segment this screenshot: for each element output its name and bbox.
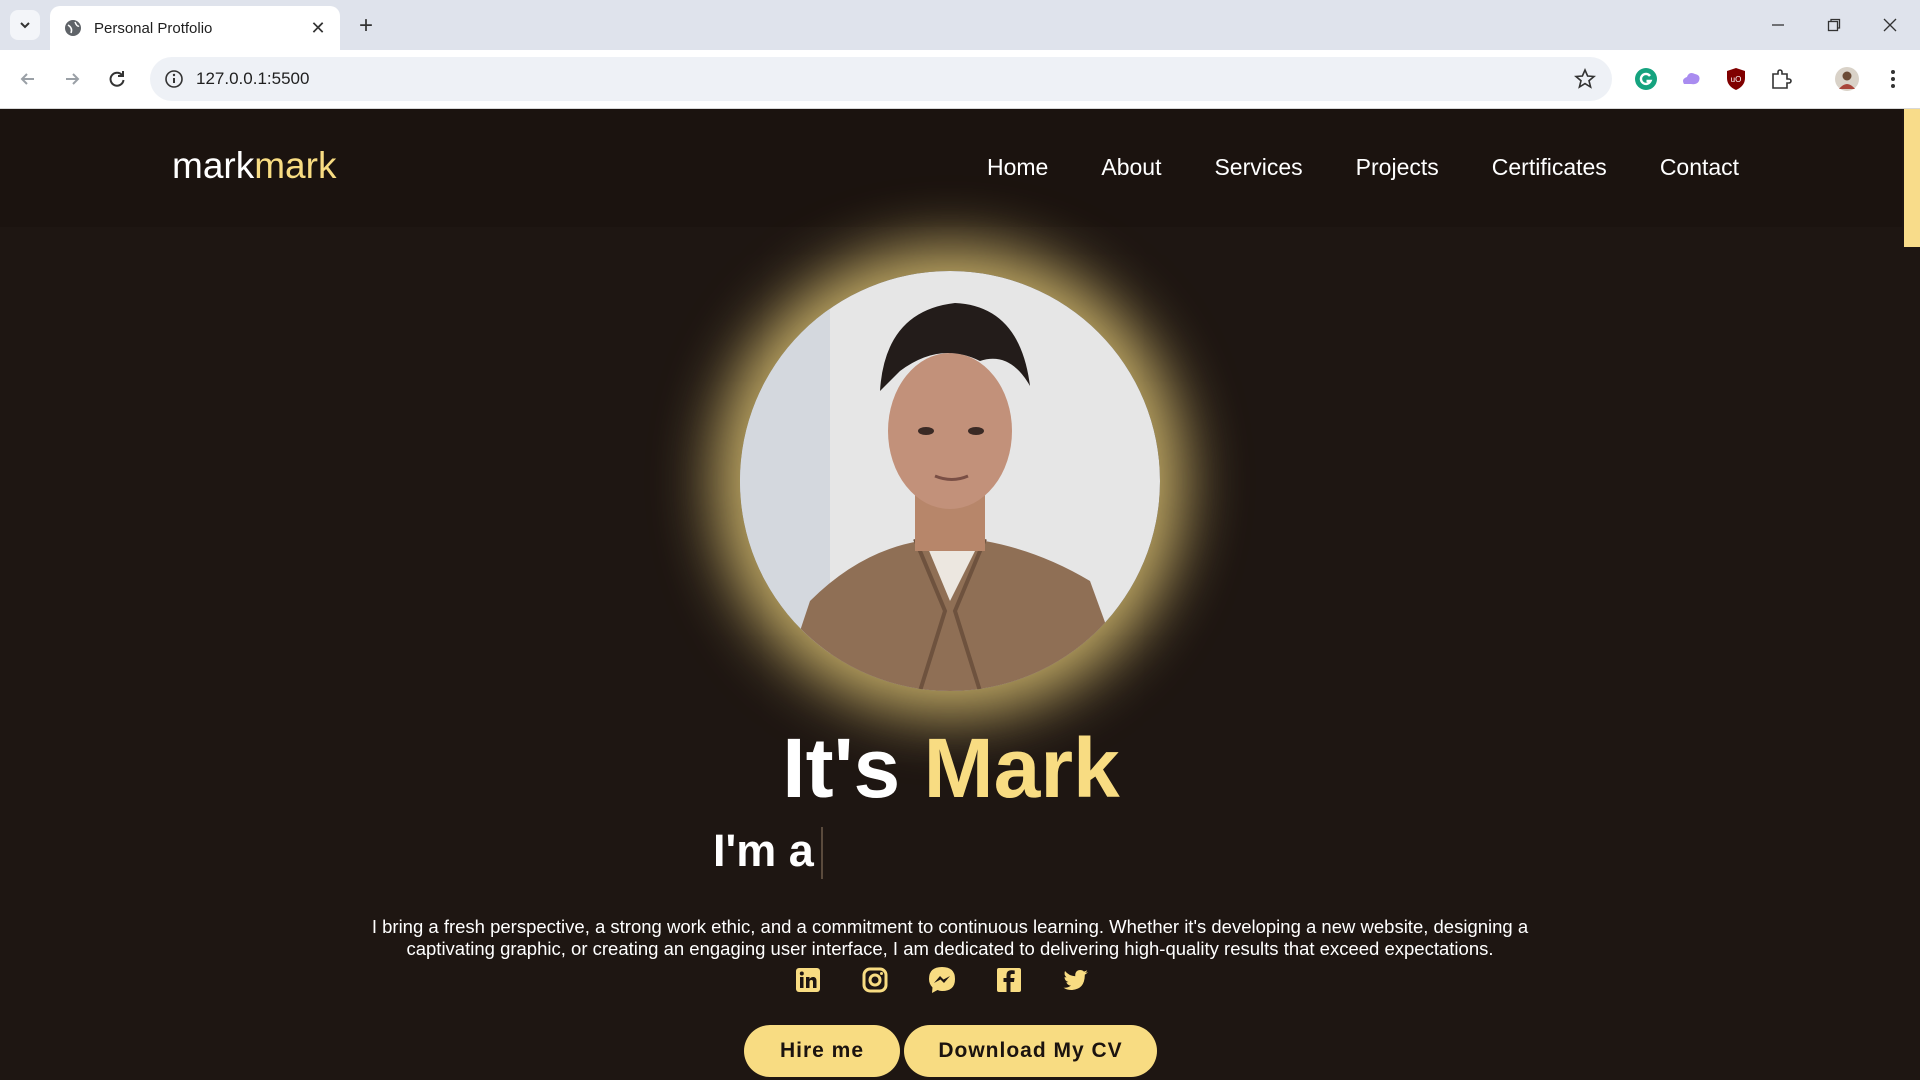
browser-tab[interactable]: Personal Protfolio ✕ — [50, 6, 340, 50]
messenger-icon — [929, 967, 955, 993]
nav-projects[interactable]: Projects — [1356, 154, 1439, 181]
social-links — [793, 965, 1091, 995]
back-button[interactable] — [12, 63, 44, 95]
page-scrollbar[interactable] — [1902, 109, 1920, 1080]
instagram-icon — [862, 967, 888, 993]
minimize-button[interactable] — [1750, 0, 1806, 50]
scrollbar-thumb[interactable] — [1904, 109, 1920, 247]
reload-button[interactable] — [101, 63, 133, 95]
more-vertical-icon — [1891, 70, 1895, 88]
profile-photo — [740, 271, 1160, 691]
messenger-link[interactable] — [927, 965, 957, 995]
nav-contact[interactable]: Contact — [1660, 154, 1739, 181]
twitter-icon — [1063, 970, 1088, 991]
download-cv-button[interactable]: Download My CV — [904, 1025, 1157, 1077]
headline-text: It's — [782, 721, 901, 815]
main-nav: Home About Services Projects Certificate… — [987, 154, 1792, 181]
close-icon — [1883, 18, 1897, 32]
forward-button[interactable] — [56, 63, 88, 95]
new-tab-button[interactable]: + — [352, 12, 380, 40]
tab-search-button[interactable] — [10, 10, 40, 40]
close-window-button[interactable] — [1862, 0, 1918, 50]
ai-extension[interactable] — [1678, 66, 1704, 92]
nav-about[interactable]: About — [1101, 154, 1161, 181]
restore-button[interactable] — [1806, 0, 1862, 50]
grammarly-extension[interactable] — [1633, 66, 1659, 92]
headline-name: Mark — [923, 721, 1120, 815]
cloud-icon — [1683, 73, 1700, 85]
extensions-button[interactable] — [1768, 66, 1794, 92]
shield-icon: uO — [1727, 68, 1745, 90]
description-line-1: I bring a fresh perspective, a strong wo… — [371, 916, 1529, 937]
tab-title: Personal Protfolio — [94, 19, 213, 37]
linkedin-link[interactable] — [793, 965, 823, 995]
grammarly-icon — [1635, 68, 1657, 90]
description-line-2: captivating graphic, or creating an enga… — [406, 938, 1494, 959]
site-header: markmark Home About Services Projects Ce… — [0, 109, 1902, 227]
restore-icon — [1827, 18, 1841, 32]
arrow-left-icon — [20, 73, 34, 85]
arrow-right-icon — [66, 73, 80, 85]
puzzle-icon — [1772, 69, 1792, 89]
nav-home[interactable]: Home — [987, 154, 1048, 181]
reload-icon — [109, 71, 125, 87]
chevron-down-icon — [20, 22, 30, 29]
info-icon[interactable] — [164, 69, 184, 89]
facebook-link[interactable] — [994, 965, 1024, 995]
hire-me-button[interactable]: Hire me — [744, 1025, 900, 1077]
logo-text-accent: mark — [254, 145, 337, 186]
typing-caret — [821, 827, 823, 879]
nav-services[interactable]: Services — [1214, 154, 1302, 181]
instagram-link[interactable] — [860, 965, 890, 995]
browser-toolbar: 127.0.0.1:5500 uO — [0, 50, 1920, 109]
facebook-icon — [997, 968, 1021, 992]
url-text[interactable]: 127.0.0.1:5500 — [196, 69, 309, 89]
address-bar[interactable]: 127.0.0.1:5500 — [150, 57, 1612, 101]
linkedin-icon — [796, 968, 820, 992]
tab-close-icon[interactable]: ✕ — [306, 16, 330, 40]
portfolio-page: markmark Home About Services Projects Ce… — [0, 109, 1902, 1080]
hero-description: I bring a fresh perspective, a strong wo… — [360, 916, 1540, 960]
hero-typing-text: I'm a — [713, 825, 814, 876]
hero-headline: It's Mark — [0, 720, 1902, 817]
twitter-link[interactable] — [1061, 965, 1091, 995]
browser-menu-button[interactable] — [1880, 66, 1906, 92]
avatar-icon — [1835, 67, 1859, 91]
profile-photo-illustration — [740, 271, 1160, 691]
ublock-extension[interactable]: uO — [1723, 66, 1749, 92]
minimize-icon — [1772, 24, 1784, 26]
globe-icon — [65, 20, 81, 36]
site-logo[interactable]: markmark — [172, 145, 336, 187]
svg-text:uO: uO — [1731, 75, 1742, 84]
logo-text-white: mark — [172, 145, 255, 186]
bookmark-star-icon[interactable] — [1574, 68, 1596, 90]
profile-button[interactable] — [1834, 66, 1860, 92]
nav-certificates[interactable]: Certificates — [1492, 154, 1607, 181]
browser-tab-bar: Personal Protfolio ✕ + — [0, 0, 1920, 50]
